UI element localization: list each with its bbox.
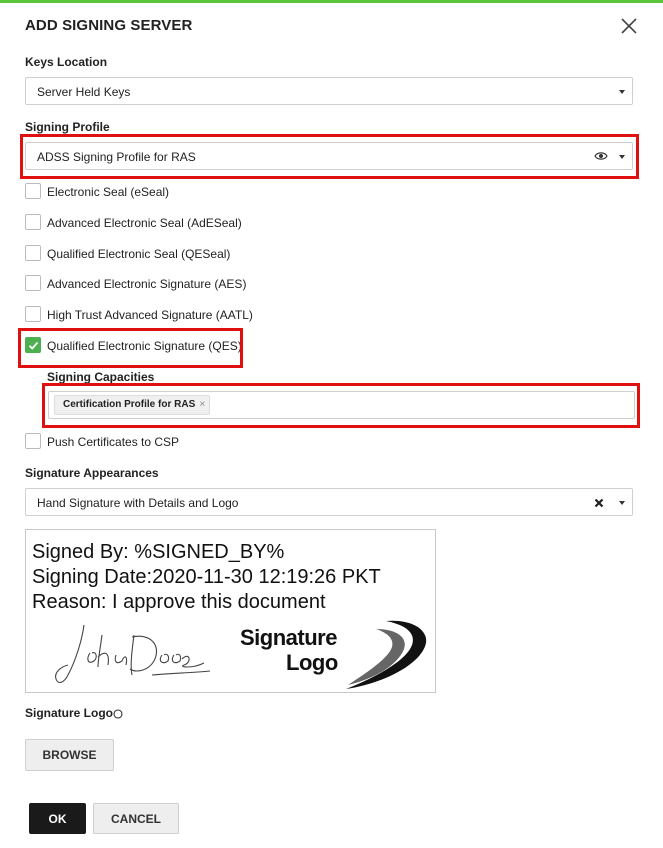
checkbox-box[interactable]: [25, 306, 41, 322]
checkbox-label: Qualified Electronic Seal (QESeal): [47, 247, 231, 261]
checkbox-box[interactable]: [25, 214, 41, 230]
checkbox-label: Push Certificates to CSP: [47, 435, 180, 449]
preview-signing-date: Signing Date:2020-11-30 12:19:26 PKT: [32, 566, 381, 588]
dialog-title: ADD SIGNING SERVER: [25, 17, 193, 34]
close-icon[interactable]: [618, 15, 640, 37]
keys-location-select[interactable]: Server Held Keys: [25, 77, 633, 105]
checkbox-label: Electronic Seal (eSeal): [47, 185, 170, 199]
signature-preview: Signed By: %SIGNED_BY% Signing Date:2020…: [25, 529, 436, 693]
signing-capacities-highlight: [42, 383, 640, 428]
signature-appearances-select[interactable]: Hand Signature with Details and Logo: [25, 488, 633, 516]
signature-appearances-value: Hand Signature with Details and Logo: [37, 496, 239, 510]
browse-button[interactable]: BROWSE: [25, 739, 114, 771]
dialog-accent-bar: [0, 0, 663, 3]
signature-logo-image: Signature Logo: [240, 620, 427, 689]
handwritten-signature-image: [55, 624, 211, 684]
preview-reason: Reason: I approve this document: [32, 591, 326, 613]
checkbox-box[interactable]: [25, 275, 41, 291]
keys-location-value: Server Held Keys: [37, 85, 131, 99]
signing-capacities-label: Signing Capacities: [47, 370, 155, 384]
signing-profile-label: Signing Profile: [25, 120, 110, 134]
clear-icon[interactable]: [594, 498, 604, 508]
info-icon[interactable]: [113, 709, 123, 719]
checkbox-box[interactable]: [25, 433, 41, 449]
checkbox-box[interactable]: [25, 183, 41, 199]
svg-text:Signature: Signature: [240, 625, 337, 650]
preview-signed-by: Signed By: %SIGNED_BY%: [32, 541, 285, 563]
svg-text:Logo: Logo: [286, 650, 338, 675]
keys-location-label: Keys Location: [25, 55, 108, 69]
checkbox-label: High Trust Advanced Signature (AATL): [47, 308, 253, 322]
signature-logo-label: Signature Logo: [25, 706, 113, 720]
checkbox-box[interactable]: [25, 245, 41, 261]
cancel-button[interactable]: CANCEL: [93, 803, 179, 834]
chevron-down-icon: [619, 90, 625, 94]
checkbox-label: Advanced Electronic Signature (AES): [47, 277, 247, 291]
chevron-down-icon: [619, 501, 625, 505]
qes-highlight: [18, 328, 243, 368]
signing-profile-highlight: [20, 134, 639, 179]
signature-appearances-label: Signature Appearances: [25, 466, 159, 480]
checkbox-label: Advanced Electronic Seal (AdESeal): [47, 216, 242, 230]
ok-button[interactable]: OK: [29, 803, 86, 834]
